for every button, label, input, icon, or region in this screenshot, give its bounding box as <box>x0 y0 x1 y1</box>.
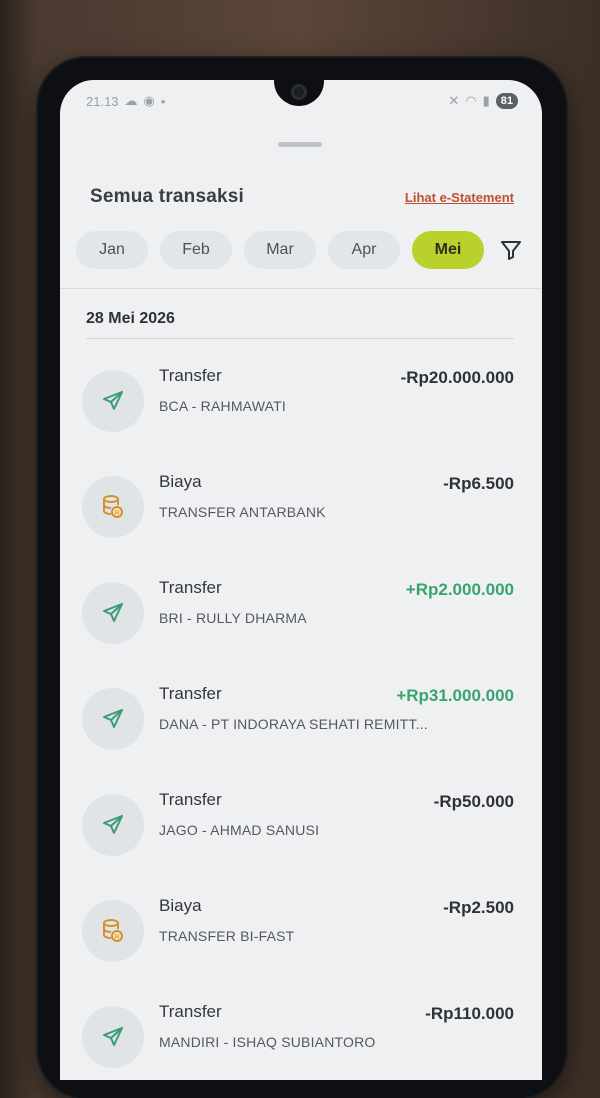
transaction-item[interactable]: Transfer JAGO - AHMAD SANUSI -Rp50.000 <box>60 766 542 872</box>
page-title: Semua transaksi <box>90 186 245 207</box>
tab-month-feb[interactable]: Feb <box>160 231 232 269</box>
transaction-description: JAGO - AHMAD SANUSI <box>159 822 320 838</box>
divider <box>86 338 514 339</box>
transaction-icon-badge <box>82 688 144 750</box>
transaction-description: BRI - RULLY DHARMA <box>159 610 307 626</box>
send-icon <box>103 815 123 834</box>
notification-icon: ◉ <box>143 93 155 108</box>
status-time: 21.13 <box>86 93 119 109</box>
coins-icon: R <box>103 495 123 518</box>
filter-button[interactable] <box>496 231 526 269</box>
transaction-item[interactable]: Transfer MANDIRI - ISHAQ SUBIANTORO -Rp1… <box>60 978 542 1080</box>
transaction-icon-badge <box>82 370 144 432</box>
transaction-type: Transfer <box>159 684 222 703</box>
dot-icon: • <box>160 93 166 109</box>
coins-icon: R <box>103 919 123 942</box>
transaction-amount: -Rp6.500 <box>443 474 514 493</box>
transaction-description: BCA - RAHMAWATI <box>159 398 286 414</box>
wifi-icon: ◠ <box>465 93 477 108</box>
tab-month-jan[interactable]: Jan <box>76 231 148 269</box>
month-tabs: Jan Feb Mar Apr Mei <box>76 230 528 270</box>
transaction-type: Transfer <box>159 578 222 597</box>
sheet-drag-handle[interactable] <box>278 142 322 147</box>
header: Semua transaksi Lihat e-Statement <box>90 186 514 216</box>
transaction-type: Transfer <box>159 1002 222 1021</box>
cloud-icon: ☁ <box>124 93 138 108</box>
transaction-icon-badge <box>82 794 144 856</box>
mute-icon: ✕ <box>448 93 460 108</box>
status-bar: 21.13 ☁ ◉ • ✕ ◠ ▮ 81 <box>60 90 542 112</box>
transaction-type: Transfer <box>159 366 222 385</box>
transaction-item[interactable]: R Biaya TRANSFER ANTARBANK -Rp6.500 <box>60 448 542 554</box>
tab-month-apr[interactable]: Apr <box>328 231 400 269</box>
transaction-amount: -Rp50.000 <box>433 792 514 811</box>
transaction-description: MANDIRI - ISHAQ SUBIANTORO <box>159 1034 376 1050</box>
transaction-amount: -Rp110.000 <box>425 1004 514 1023</box>
tab-month-label: Apr <box>351 241 377 258</box>
app-screen: 21.13 ☁ ◉ • ✕ ◠ ▮ 81 Semua transaksi Lih… <box>60 80 542 1080</box>
e-statement-link[interactable]: Lihat e-Statement <box>405 190 514 205</box>
send-icon <box>103 391 123 410</box>
send-icon <box>103 1027 123 1046</box>
transaction-amount: -Rp2.500 <box>443 898 514 917</box>
transaction-item[interactable]: Transfer BCA - RAHMAWATI -Rp20.000.000 <box>60 342 542 448</box>
transaction-item[interactable]: R Biaya TRANSFER BI-FAST -Rp2.500 <box>60 872 542 978</box>
transaction-icon-badge <box>82 582 144 644</box>
transaction-item[interactable]: Transfer BRI - RULLY DHARMA +Rp2.000.000 <box>60 554 542 660</box>
tab-month-mei[interactable]: Mei <box>412 231 484 269</box>
transaction-amount: -Rp20.000.000 <box>400 368 514 387</box>
phone-frame: 21.13 ☁ ◉ • ✕ ◠ ▮ 81 Semua transaksi Lih… <box>38 58 566 1098</box>
tab-month-label: Jan <box>99 241 125 258</box>
transaction-icon-badge: R <box>82 476 144 538</box>
send-icon <box>103 709 123 728</box>
svg-text:R: R <box>114 510 119 517</box>
signal-icon: ▮ <box>482 93 490 108</box>
tab-month-label: Mei <box>434 241 462 258</box>
battery-indicator: 81 <box>495 93 518 109</box>
transaction-type: Transfer <box>159 790 222 809</box>
svg-text:R: R <box>114 934 119 941</box>
transaction-description: DANA - PT INDORAYA SEHATI REMITT... <box>159 716 428 732</box>
transaction-list: Transfer BCA - RAHMAWATI -Rp20.000.000 R… <box>60 342 542 1080</box>
transaction-amount: +Rp2.000.000 <box>405 580 514 599</box>
tab-month-mar[interactable]: Mar <box>244 231 316 269</box>
transaction-description: TRANSFER BI-FAST <box>159 928 295 944</box>
tab-month-label: Mar <box>266 241 294 258</box>
date-group-label: 28 Mei 2026 <box>86 310 175 327</box>
transaction-type: Biaya <box>159 896 202 915</box>
divider <box>60 288 542 289</box>
send-icon <box>103 603 123 622</box>
transaction-icon-badge: R <box>82 900 144 962</box>
transaction-item[interactable]: Transfer DANA - PT INDORAYA SEHATI REMIT… <box>60 660 542 766</box>
transaction-type: Biaya <box>159 472 202 491</box>
filter-icon <box>501 241 521 260</box>
transaction-amount: +Rp31.000.000 <box>396 686 514 705</box>
tab-month-label: Feb <box>182 241 210 258</box>
transaction-icon-badge <box>82 1006 144 1068</box>
transaction-description: TRANSFER ANTARBANK <box>159 504 326 520</box>
